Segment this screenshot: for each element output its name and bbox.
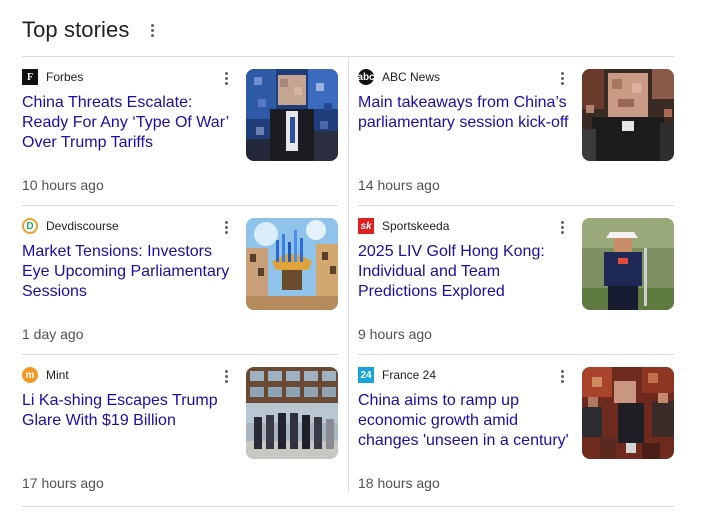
- story-source: sk Sportskeeda: [358, 218, 449, 234]
- story-source: 24 France 24: [358, 367, 436, 383]
- more-options-icon[interactable]: [553, 217, 571, 237]
- story-timestamp: 10 hours ago: [22, 177, 104, 193]
- story-card[interactable]: abc ABC News Main takeaways from China’s…: [357, 57, 674, 205]
- more-options-icon[interactable]: [217, 68, 235, 88]
- story-timestamp: 14 hours ago: [358, 177, 440, 193]
- top-stories-header: Top stories: [22, 14, 161, 46]
- story-headline-link[interactable]: Market Tensions: Investors Eye Upcoming …: [22, 242, 234, 302]
- divider: [22, 506, 674, 507]
- story-thumbnail[interactable]: [582, 69, 674, 161]
- story-timestamp: 9 hours ago: [358, 326, 432, 342]
- story-timestamp: 1 day ago: [22, 326, 84, 342]
- story-timestamp: 17 hours ago: [22, 475, 104, 491]
- story-thumbnail[interactable]: [246, 367, 338, 459]
- source-name: Mint: [46, 368, 69, 382]
- source-name: Sportskeeda: [382, 219, 450, 233]
- story-card[interactable]: m Mint Li Ka-shing Escapes Trump Glare W…: [22, 355, 338, 503]
- story-thumbnail[interactable]: [246, 218, 338, 310]
- source-name: Devdiscourse: [46, 219, 119, 233]
- forbes-logo-icon: F: [22, 69, 38, 85]
- story-card[interactable]: D Devdiscourse Market Tensions: Investor…: [22, 206, 338, 354]
- sportskeeda-logo-icon: sk: [358, 218, 374, 234]
- story-card[interactable]: sk Sportskeeda 2025 LIV Golf Hong Kong: …: [358, 206, 674, 354]
- more-options-icon[interactable]: [553, 68, 571, 88]
- source-name: France 24: [382, 368, 437, 382]
- story-headline-link[interactable]: Li Ka-shing Escapes Trump Glare With $19…: [22, 391, 234, 431]
- story-thumbnail[interactable]: [246, 69, 338, 161]
- story-timestamp: 18 hours ago: [358, 475, 440, 491]
- story-source: D Devdiscourse: [22, 218, 119, 234]
- story-source: F Forbes: [22, 69, 83, 85]
- section-title: Top stories: [22, 17, 130, 42]
- france24-logo-icon: 24: [358, 367, 374, 383]
- story-thumbnail[interactable]: [582, 218, 674, 310]
- story-thumbnail[interactable]: [582, 367, 674, 459]
- story-headline-link[interactable]: China Threats Escalate: Ready For Any ‘T…: [22, 93, 234, 153]
- abc-news-logo-icon: abc: [357, 69, 375, 85]
- story-source: m Mint: [22, 367, 69, 383]
- story-source: abc ABC News: [357, 69, 441, 85]
- mint-logo-icon: m: [22, 367, 38, 383]
- story-headline-link[interactable]: China aims to ramp up economic growth am…: [358, 391, 570, 451]
- more-options-icon[interactable]: [217, 366, 235, 386]
- story-card[interactable]: 24 France 24 China aims to ramp up econo…: [358, 355, 674, 503]
- more-options-icon[interactable]: [143, 20, 161, 40]
- story-headline-link[interactable]: Main takeaways from China’s parliamentar…: [358, 93, 570, 133]
- column-divider: [348, 56, 349, 492]
- story-headline-link[interactable]: 2025 LIV Golf Hong Kong: Individual and …: [358, 242, 570, 302]
- source-name: Forbes: [46, 70, 84, 84]
- devdiscourse-logo-icon: D: [22, 218, 38, 234]
- more-options-icon[interactable]: [217, 217, 235, 237]
- source-name: ABC News: [382, 70, 441, 84]
- story-card[interactable]: F Forbes China Threats Escalate: Ready F…: [22, 57, 338, 205]
- more-options-icon[interactable]: [553, 366, 571, 386]
